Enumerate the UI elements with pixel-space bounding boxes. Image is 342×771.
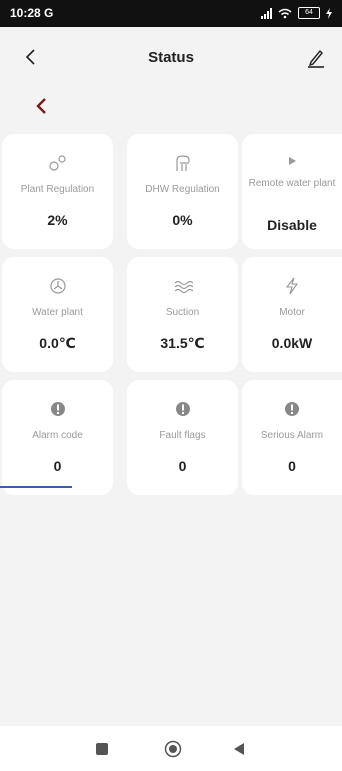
status-time: 10:28 G (10, 6, 54, 20)
card-label: Alarm code (32, 430, 83, 441)
signal-icon (261, 7, 272, 19)
system-nav-bar (0, 726, 342, 771)
card-water-plant[interactable]: Water plant 0.0℃ (2, 257, 113, 372)
card-remote-water-plant[interactable]: Remote water plant Disable (242, 134, 342, 249)
annotation-line (0, 486, 72, 488)
card-value: 0 (288, 458, 296, 474)
card-plant-regulation[interactable]: Plant Regulation 2% (2, 134, 113, 249)
card-value: 31.5℃ (160, 335, 205, 351)
gears-icon (2, 152, 113, 174)
alert-icon (127, 398, 238, 420)
status-bar: 10:28 G 64 (0, 0, 342, 27)
waves-icon (127, 275, 238, 297)
recents-icon[interactable] (96, 743, 108, 755)
app-screen: 10:28 G 64 Status Plant Regulation 2% DH… (0, 0, 342, 771)
card-suction[interactable]: Suction 31.5℃ (127, 257, 238, 372)
card-label: Serious Alarm (260, 430, 324, 441)
home-icon[interactable] (164, 740, 182, 758)
card-serious-alarm[interactable]: Serious Alarm 0 (242, 380, 342, 495)
card-alarm-code[interactable]: Alarm code 0 (2, 380, 113, 495)
battery-icon: 64 (298, 7, 320, 19)
play-icon (242, 150, 342, 172)
card-value: 0.0kW (271, 335, 313, 351)
card-value: 0 (178, 458, 187, 474)
card-motor[interactable]: Motor 0.0kW (242, 257, 342, 372)
card-label: Fault flags (159, 430, 206, 441)
card-value: 0.0℃ (39, 335, 76, 351)
section-back-icon[interactable] (34, 95, 50, 117)
card-value: 0 (53, 458, 62, 474)
card-label: Water plant (32, 307, 83, 318)
card-value: 0% (172, 212, 193, 228)
wifi-icon (278, 8, 292, 18)
card-label: Suction (165, 307, 200, 318)
top-bar: Status (0, 27, 342, 89)
page-title: Status (148, 49, 194, 66)
card-label: DHW Regulation (145, 184, 220, 195)
nav-back-icon[interactable] (232, 742, 246, 756)
card-value: Disable (267, 217, 317, 233)
shower-icon (127, 152, 238, 174)
card-label: Motor (279, 307, 305, 318)
alert-icon (2, 398, 113, 420)
battery-level: 64 (305, 9, 313, 16)
card-fault-flags[interactable]: Fault flags 0 (127, 380, 238, 495)
card-label: Plant Regulation (20, 184, 95, 195)
status-icons: 64 (261, 6, 332, 20)
card-dhw-regulation[interactable]: DHW Regulation 0% (127, 134, 238, 249)
edit-pencil-icon[interactable] (306, 46, 326, 68)
charging-icon (326, 7, 332, 19)
fan-icon (2, 275, 113, 297)
card-value: 2% (47, 212, 68, 228)
alert-icon (242, 398, 342, 420)
lightning-icon (242, 275, 342, 297)
card-label: Remote water plant (248, 178, 336, 189)
